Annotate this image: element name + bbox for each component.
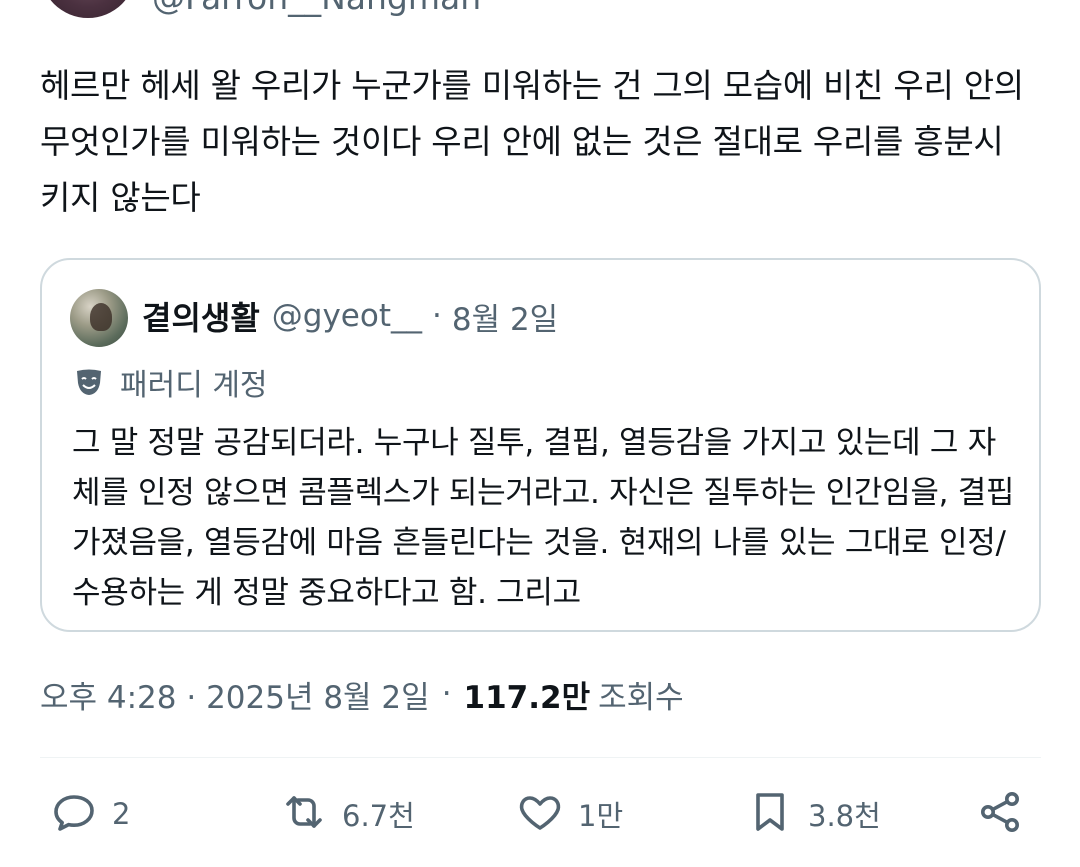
- tweet-timestamp[interactable]: 오후 4:28 · 2025년 8월 2일: [40, 672, 430, 717]
- reply-button[interactable]: 2: [50, 784, 130, 844]
- like-button[interactable]: 1만: [516, 784, 623, 844]
- quote-text: 그 말 정말 공감되더라. 누구나 질투, 결핍, 열등감을 가지고 있는데 그…: [72, 425, 1015, 611]
- view-count: 117.2만: [463, 679, 591, 716]
- action-bar: 2 6.7천 1만 3.8천: [40, 784, 1041, 844]
- quote-date[interactable]: 8월 2일: [452, 294, 558, 339]
- quote-avatar[interactable]: [70, 289, 128, 347]
- reply-count: 2: [112, 797, 131, 831]
- retweet-button[interactable]: 6.7천: [280, 784, 415, 844]
- author-handle[interactable]: @Farron__Nangman: [152, 0, 481, 17]
- reply-icon: [50, 788, 98, 840]
- view-count-label: 조회수: [598, 679, 684, 716]
- divider: [40, 757, 1041, 758]
- quote-author-handle[interactable]: @gyeot__: [272, 298, 422, 334]
- share-button[interactable]: [976, 784, 1024, 844]
- heart-icon: [516, 788, 564, 840]
- author-avatar[interactable]: [40, 0, 136, 18]
- bookmark-icon: [746, 788, 794, 840]
- like-count: 1만: [578, 799, 624, 833]
- separator-dot: ·: [431, 298, 442, 334]
- quote-tweet-card[interactable]: 곁의생활 @gyeot__ · 8월 2일 패러디 계정 그 말 정말 공감되더…: [40, 258, 1041, 632]
- tweet-text: 헤르만 헤세 왈 우리가 누군가를 미워하는 건 그의 모습에 비친 우리 안의…: [40, 66, 1024, 217]
- retweet-icon: [280, 788, 328, 840]
- share-icon: [976, 788, 1024, 840]
- tweet-meta: 오후 4:28 · 2025년 8월 2일 · 117.2만 조회수: [40, 672, 684, 716]
- parody-label: 패러디 계정: [120, 368, 268, 403]
- quote-author-name[interactable]: 곁의생활: [142, 293, 260, 339]
- retweet-count: 6.7천: [342, 799, 415, 833]
- bookmark-button[interactable]: 3.8천: [746, 784, 881, 844]
- parody-badge: 패러디 계정: [74, 360, 268, 404]
- theater-mask-icon: [74, 367, 104, 397]
- separator-dot: ·: [441, 676, 452, 712]
- quote-header: 곁의생활 @gyeot__ · 8월 2일: [142, 294, 558, 338]
- bookmark-count: 3.8천: [808, 799, 881, 833]
